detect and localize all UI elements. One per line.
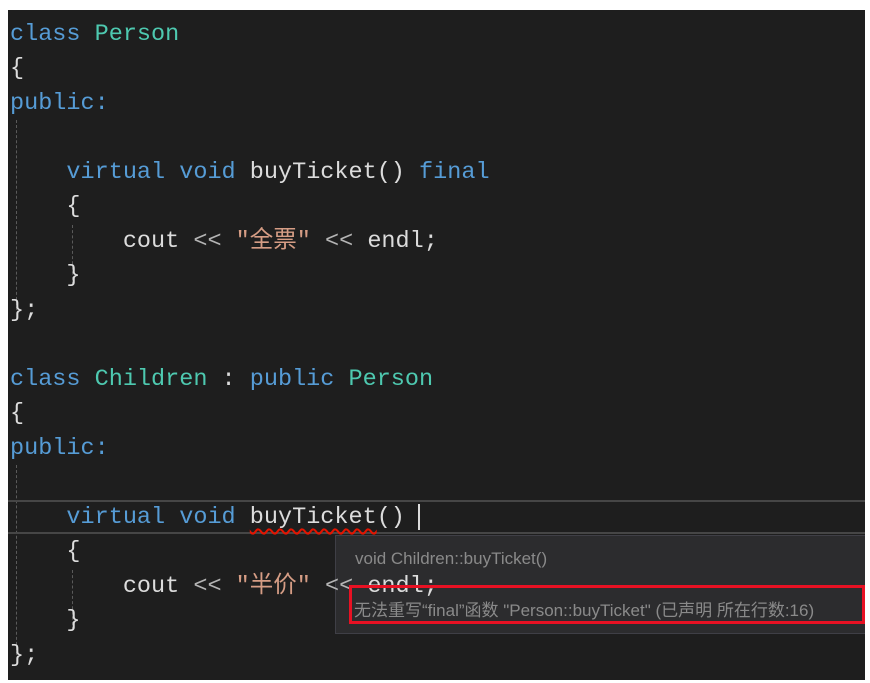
code-line: } — [66, 262, 81, 289]
code-line: class Children : public Person — [10, 366, 434, 393]
text-caret — [418, 504, 420, 530]
error-squiggle[interactable]: buyTicket — [250, 504, 377, 531]
code-line: cout << "全票" << endl; — [122, 228, 438, 255]
code-line: virtual void buyTicket() — [66, 504, 405, 531]
code-line: virtual void buyTicket() final — [66, 159, 490, 186]
code-editor[interactable]: class Person { public: virtual void buyT… — [8, 10, 865, 680]
code-line: { — [10, 55, 25, 82]
code-line: { — [66, 193, 81, 220]
code-line: { — [10, 400, 25, 427]
code-line: }; — [10, 297, 39, 324]
code-line: } — [66, 607, 81, 634]
code-line: { — [66, 538, 81, 565]
code-line: }; — [10, 642, 39, 669]
code-line: class Person — [10, 21, 180, 48]
code-line: public: — [10, 90, 109, 117]
tooltip-signature: void Children::buyTicket() — [355, 549, 548, 568]
error-highlight-box — [349, 585, 865, 624]
code-line: public: — [10, 435, 109, 462]
